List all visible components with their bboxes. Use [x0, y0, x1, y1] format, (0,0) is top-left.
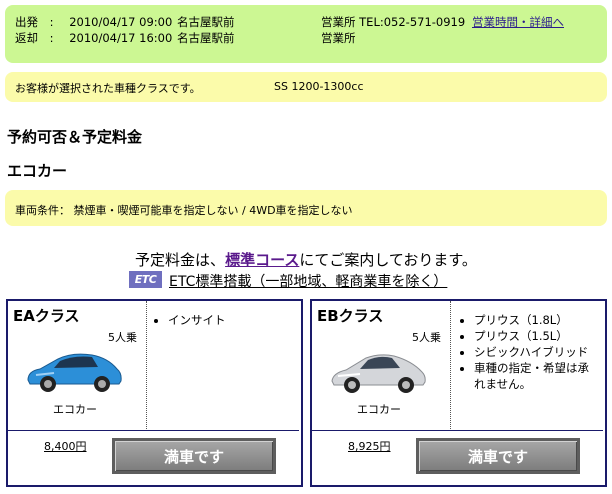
car-image-ea: [24, 342, 124, 394]
class-category-eb: エコカー: [357, 403, 401, 416]
selected-class-value: SS 1200-1300cc: [274, 80, 364, 93]
class-separator-eb: [312, 430, 603, 431]
class-name-eb: EBクラス: [317, 307, 384, 325]
car-icon: [27, 353, 122, 392]
class-price-ea[interactable]: 8,400円: [44, 438, 87, 454]
conditions-row: 車両条件： 禁煙車・喫煙可能車を指定しない / 4WD車を指定しない: [15, 202, 353, 218]
section-title: 予約可否＆予定料金: [7, 128, 143, 146]
etc-badge: ETC: [129, 271, 162, 288]
class-separator-ea: [8, 430, 299, 431]
category-title: エコカー: [7, 162, 68, 180]
office-return: 営業所: [321, 31, 356, 45]
full-button-eb[interactable]: 満車です: [416, 438, 580, 474]
pricing-note: 予定料金は、標準コースにてご案内しております。: [0, 249, 612, 270]
conditions-label: 車両条件：: [15, 204, 70, 217]
pickup-datetime: 2010/04/17 09:00: [69, 15, 173, 29]
return-datetime: 2010/04/17 16:00: [69, 31, 173, 45]
return-label: 返却: [15, 31, 38, 45]
standard-course-link[interactable]: 標準コース: [225, 251, 299, 269]
class-category-ea: エコカー: [53, 403, 97, 416]
full-button-ea[interactable]: 満車です: [112, 438, 276, 474]
etc-link[interactable]: ETC標準搭載（一部地域、軽商業車を除く）: [169, 271, 447, 291]
class-name-ea: EAクラス: [13, 307, 80, 325]
car-image-eb: [328, 342, 428, 394]
class-divider-eb: [450, 301, 451, 429]
return-row: 返却 : 2010/04/17 16:00: [15, 31, 173, 45]
pickup-place: 名古屋駅前: [177, 15, 235, 29]
feature-item-eb: プリウス（1.5L）: [474, 328, 600, 344]
feature-list-ea: インサイト: [152, 312, 294, 328]
feature-item-eb: 車種の指定・希望は承れません。: [474, 360, 600, 392]
pickup-label: 出発: [15, 15, 38, 29]
selected-class-label: お客様が選択された車種クラスです。: [15, 82, 201, 95]
office-hours-link[interactable]: 営業時間・詳細へ: [472, 14, 564, 30]
class-price-eb[interactable]: 8,925円: [348, 438, 391, 454]
pickup-row: 出発 : 2010/04/17 09:00: [15, 15, 173, 29]
return-place: 名古屋駅前: [177, 31, 235, 45]
feature-item-eb: プリウス（1.8L）: [474, 312, 600, 328]
pricing-note-after: にてご案内しております。: [299, 251, 477, 269]
class-divider-ea: [146, 301, 147, 429]
car-icon: [331, 354, 426, 393]
feature-item-eb: シビックハイブリッド: [474, 344, 600, 360]
conditions-text: 禁煙車・喫煙可能車を指定しない / 4WD車を指定しない: [73, 204, 353, 217]
pricing-note-before: 予定料金は、: [135, 251, 226, 269]
feature-list-eb: プリウス（1.8L） プリウス（1.5L） シビックハイブリッド 車種の指定・希…: [458, 312, 600, 392]
feature-item-ea: インサイト: [168, 312, 294, 328]
office-tel: 営業所 TEL:052-571-0919: [321, 15, 466, 29]
